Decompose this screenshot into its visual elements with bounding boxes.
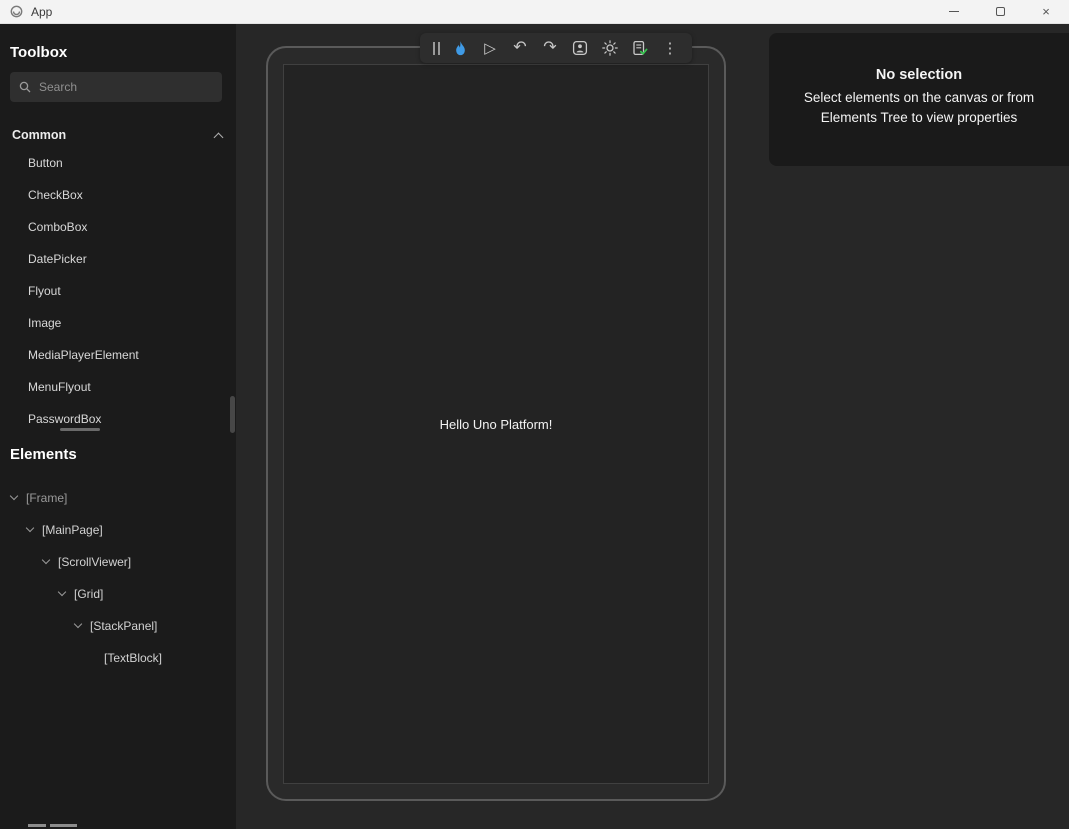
maximize-button[interactable] (977, 0, 1023, 23)
tree-item-mainpage[interactable]: [MainPage] (0, 514, 236, 546)
tree-item-grid[interactable]: [Grid] (0, 578, 236, 610)
elements-tree: [Frame] [MainPage] [ScrollViewer] [Grid]… (0, 482, 236, 674)
form-check-icon[interactable] (625, 33, 655, 63)
tree-item-stackpanel[interactable]: [StackPanel] (0, 610, 236, 642)
app-preview-screen[interactable]: Hello Uno Platform! (283, 64, 709, 784)
chevron-down-icon[interactable] (42, 556, 50, 564)
toolbox-item-flyout[interactable]: Flyout (0, 275, 236, 307)
toolbox-search[interactable] (10, 72, 222, 102)
no-selection-message: Select elements on the canvas or from El… (783, 88, 1055, 128)
tree-item-label: [MainPage] (42, 523, 103, 537)
chevron-down-icon[interactable] (26, 524, 34, 532)
chevron-down-icon[interactable] (10, 492, 18, 500)
toolbox-item-datepicker[interactable]: DatePicker (0, 243, 236, 275)
theme-icon[interactable] (595, 33, 625, 63)
tree-item-label: [Frame] (26, 491, 67, 505)
sidebar: Toolbox Common Button CheckBox ComboBox … (0, 24, 236, 829)
toolbox-section-common[interactable]: Common (0, 120, 236, 150)
more-options-button[interactable]: ⋮ (655, 33, 685, 63)
toolbox-item-menuflyout[interactable]: MenuFlyout (0, 371, 236, 403)
drag-handle-icon[interactable] (427, 33, 445, 63)
toolbox-item-combobox[interactable]: ComboBox (0, 211, 236, 243)
section-label: Common (12, 128, 66, 142)
tree-item-scrollviewer[interactable]: [ScrollViewer] (0, 546, 236, 578)
toolbox-horizontal-scrollbar[interactable] (60, 428, 100, 431)
app-icon (10, 5, 23, 18)
close-button[interactable]: × (1023, 0, 1069, 23)
tree-item-label: [TextBlock] (104, 651, 162, 665)
toolbox-vertical-scrollbar[interactable] (230, 396, 235, 433)
minimize-icon (949, 11, 959, 12)
titlebar: App × (0, 0, 1069, 24)
search-icon (19, 81, 31, 93)
chevron-down-icon[interactable] (58, 588, 66, 596)
toolbox-title: Toolbox (10, 44, 67, 61)
toolbox-item-passwordbox[interactable]: PasswordBox (0, 403, 236, 435)
hot-reload-flame-icon[interactable] (445, 33, 475, 63)
device-frame: Hello Uno Platform! (266, 46, 726, 801)
chevron-down-icon[interactable] (74, 620, 82, 628)
close-icon: × (1042, 5, 1050, 18)
toolbox-item-checkbox[interactable]: CheckBox (0, 179, 236, 211)
preview-textblock[interactable]: Hello Uno Platform! (440, 417, 553, 432)
clipped-bottom-text (28, 824, 46, 827)
elements-title: Elements (10, 446, 77, 463)
window-title: App (31, 5, 52, 19)
undo-button[interactable]: ↶ (505, 33, 535, 63)
redo-button[interactable]: ↷ (535, 33, 565, 63)
designer-toolbar: ▷ ↶ ↷ (420, 33, 692, 63)
toolbox-item-button[interactable]: Button (0, 147, 236, 179)
toolbox-list: Button CheckBox ComboBox DatePicker Flyo… (0, 147, 236, 435)
chevron-up-icon (214, 132, 224, 142)
window-controls: × (931, 0, 1069, 23)
inspect-element-icon[interactable] (565, 33, 595, 63)
minimize-button[interactable] (931, 0, 977, 23)
tree-item-label: [StackPanel] (90, 619, 157, 633)
app-window: App × Toolbox Common Button CheckBox Com… (0, 0, 1069, 829)
toolbox-item-mediaplayerelement[interactable]: MediaPlayerElement (0, 339, 236, 371)
design-canvas[interactable]: ▷ ↶ ↷ (236, 24, 1069, 829)
toolbox-item-image[interactable]: Image (0, 307, 236, 339)
play-button[interactable]: ▷ (475, 33, 505, 63)
tree-item-textblock[interactable]: [TextBlock] (0, 642, 236, 674)
tree-item-label: [ScrollViewer] (58, 555, 131, 569)
maximize-icon (996, 7, 1005, 16)
no-selection-title: No selection (783, 67, 1055, 83)
tree-item-frame[interactable]: [Frame] (0, 482, 236, 514)
tree-item-label: [Grid] (74, 587, 103, 601)
properties-panel: No selection Select elements on the canv… (769, 33, 1069, 166)
search-input[interactable] (39, 80, 213, 94)
clipped-bottom-text (50, 824, 77, 827)
